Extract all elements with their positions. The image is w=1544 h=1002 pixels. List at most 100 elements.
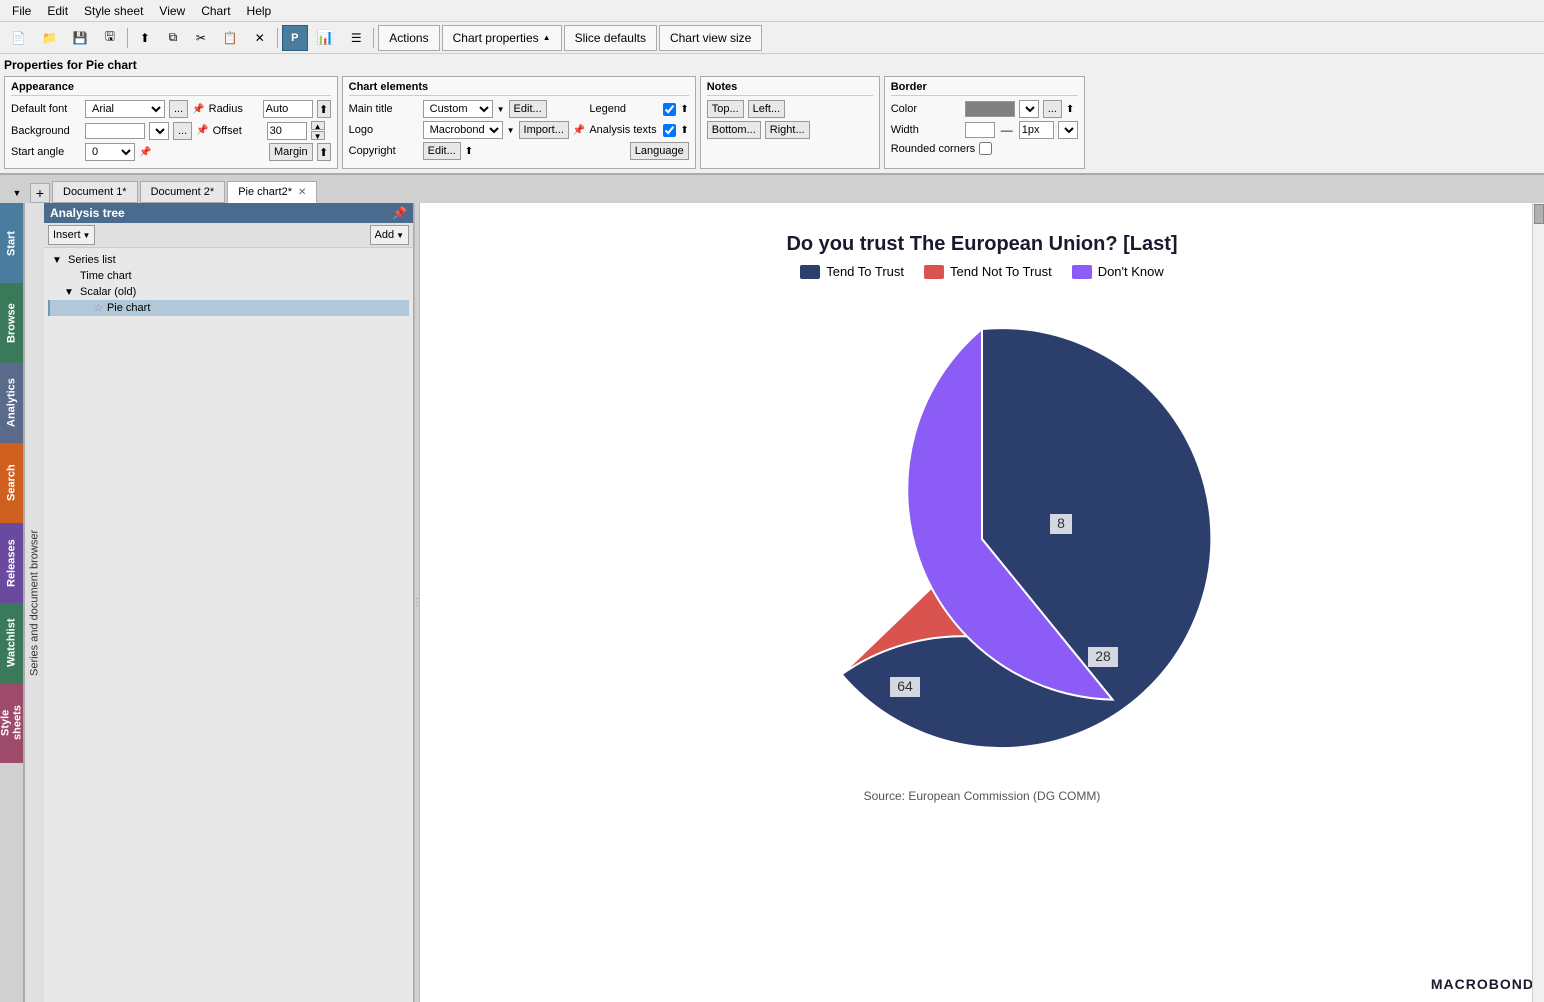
font-row: Default font Arial ... 📌 Radius ⬆ bbox=[11, 100, 331, 118]
vertical-scrollbar[interactable] bbox=[1532, 203, 1544, 1002]
menu-view[interactable]: View bbox=[151, 2, 193, 20]
copyright-edit[interactable]: Edit... bbox=[423, 142, 461, 160]
border-width-input[interactable] bbox=[1019, 121, 1054, 139]
notes-right-btn[interactable]: Right... bbox=[765, 121, 810, 139]
notes-left-btn[interactable]: Left... bbox=[748, 100, 786, 118]
font-pin[interactable]: 📌 bbox=[192, 104, 204, 115]
toolbar-actions-btn[interactable]: Actions bbox=[378, 25, 439, 51]
offset-input[interactable] bbox=[267, 122, 307, 140]
main-title-select[interactable]: Custom bbox=[423, 100, 493, 118]
series-browser-tab[interactable]: Series and document browser bbox=[24, 203, 44, 1002]
menu-chart[interactable]: Chart bbox=[193, 2, 238, 20]
sidebar-tab-search[interactable]: Search bbox=[0, 443, 23, 523]
tab-document1[interactable]: Document 1* bbox=[52, 181, 138, 203]
background-swatch[interactable] bbox=[85, 123, 145, 139]
toolbar-slice-defaults-btn[interactable]: Slice defaults bbox=[564, 25, 657, 51]
notes-top-btn[interactable]: Top... bbox=[707, 100, 744, 118]
startangle-select[interactable]: 0 bbox=[85, 143, 135, 161]
notes-section: Notes Top... Left... Bottom... Right... bbox=[700, 76, 880, 169]
logo-pin[interactable]: 📌 bbox=[573, 125, 585, 136]
notes-bottom-btn[interactable]: Bottom... bbox=[707, 121, 761, 139]
toolbar-chart-properties-btn[interactable]: Chart properties ▲ bbox=[442, 25, 562, 51]
toolbar-share[interactable]: ⬆ bbox=[132, 25, 158, 51]
rounded-corners-row: Rounded corners bbox=[891, 142, 1078, 155]
sidebar-tabs: Start Browse Analytics Search Releases W… bbox=[0, 203, 24, 1002]
sidebar-tab-start[interactable]: Start bbox=[0, 203, 23, 283]
font-browse-btn[interactable]: ... bbox=[169, 100, 188, 118]
series-list-expander[interactable]: ▼ bbox=[52, 255, 64, 266]
border-width-label: Width bbox=[891, 124, 961, 136]
border-expand[interactable]: ⬆ bbox=[1066, 104, 1074, 115]
main-layout: Start Browse Analytics Search Releases W… bbox=[0, 203, 1544, 1002]
tab-add-btn[interactable]: + bbox=[30, 183, 50, 203]
tab-document2[interactable]: Document 2* bbox=[140, 181, 226, 203]
menu-file[interactable]: File bbox=[4, 2, 39, 20]
tree-time-chart[interactable]: Time chart bbox=[48, 268, 409, 284]
font-select[interactable]: Arial bbox=[85, 100, 165, 118]
background-select[interactable] bbox=[149, 122, 169, 140]
offset-up[interactable]: ▲ bbox=[311, 121, 325, 130]
background-browse-btn[interactable]: ... bbox=[173, 122, 192, 140]
legend-expand[interactable]: ⬆ bbox=[680, 104, 688, 115]
toolbar-chart-view-size-btn[interactable]: Chart view size bbox=[659, 25, 762, 51]
menu-edit[interactable]: Edit bbox=[39, 2, 76, 20]
sidebar-tab-analytics[interactable]: Analytics bbox=[0, 363, 23, 443]
analysis-texts-checkbox[interactable] bbox=[663, 124, 676, 137]
value-label-8: 8 bbox=[1057, 515, 1065, 531]
sidebar-tab-browse[interactable]: Browse bbox=[0, 283, 23, 363]
analysis-header-pin[interactable]: 📌 bbox=[392, 206, 407, 220]
add-arrow: ▼ bbox=[396, 231, 404, 240]
border-section: Border Color ... ⬆ Width — Rounded corne… bbox=[884, 76, 1085, 169]
margin-expand[interactable]: ⬆ bbox=[317, 143, 331, 161]
tab-dropdown[interactable]: ▼ bbox=[4, 183, 30, 203]
bg-pin[interactable]: 📌 bbox=[196, 125, 208, 136]
toolbar-chart-type[interactable]: 📊 bbox=[310, 25, 341, 51]
analysis-texts-expand[interactable]: ⬆ bbox=[680, 125, 688, 136]
toolbar-delete[interactable]: ✕ bbox=[247, 25, 273, 51]
main-title-edit[interactable]: Edit... bbox=[509, 100, 547, 118]
copyright-row: Copyright Edit... ⬆ Language bbox=[349, 142, 689, 160]
copyright-expand[interactable]: ⬆ bbox=[465, 146, 473, 157]
toolbar-paste[interactable]: 📋 bbox=[216, 25, 245, 51]
analysis-insert-btn[interactable]: Insert ▼ bbox=[48, 225, 95, 245]
toolbar-open[interactable]: 📁 bbox=[35, 25, 64, 51]
sidebar-tab-stylesheets[interactable]: Style sheets bbox=[0, 683, 23, 763]
border-color-select[interactable] bbox=[1019, 100, 1039, 118]
toolbar-new[interactable]: 📄 bbox=[4, 25, 33, 51]
analysis-add-btn[interactable]: Add ▼ bbox=[370, 225, 410, 245]
legend-label-2: Don't Know bbox=[1098, 264, 1164, 279]
toolbar-save[interactable]: 🖫 bbox=[97, 25, 123, 51]
menu-stylesheet[interactable]: Style sheet bbox=[76, 2, 151, 20]
rounded-corners-checkbox[interactable] bbox=[979, 142, 992, 155]
toolbar-copy[interactable]: ⧉ bbox=[160, 25, 186, 51]
margin-btn[interactable]: Margin bbox=[269, 143, 313, 161]
toolbar-presentation[interactable]: P bbox=[282, 25, 308, 51]
border-width-unit[interactable] bbox=[1058, 121, 1078, 139]
language-btn[interactable]: Language bbox=[630, 142, 689, 160]
scalar-old-expander[interactable]: ▼ bbox=[64, 287, 76, 298]
border-color-row: Color ... ⬆ bbox=[891, 100, 1078, 118]
logo-import[interactable]: Import... bbox=[519, 121, 569, 139]
tree-series-list[interactable]: ▼ Series list bbox=[48, 252, 409, 268]
angle-pin[interactable]: 📌 bbox=[139, 147, 151, 158]
tree-scalar-old[interactable]: ▼ Scalar (old) bbox=[48, 284, 409, 300]
radius-input[interactable] bbox=[263, 100, 313, 118]
border-color-swatch[interactable] bbox=[965, 101, 1015, 117]
tab-piechart2-close[interactable]: ✕ bbox=[298, 187, 306, 198]
toolbar-cut[interactable]: ✂ bbox=[188, 25, 214, 51]
menu-help[interactable]: Help bbox=[239, 2, 280, 20]
toolbar-more[interactable]: ☰ bbox=[343, 25, 369, 51]
background-row: Background ... 📌 Offset ▲ ▼ bbox=[11, 121, 331, 140]
scrollbar-thumb[interactable] bbox=[1534, 204, 1544, 224]
radius-expand-btn[interactable]: ⬆ bbox=[317, 100, 331, 118]
sidebar-tab-releases[interactable]: Releases bbox=[0, 523, 23, 603]
tree-pie-chart[interactable]: ☆ Pie chart bbox=[48, 300, 409, 316]
legend-checkbox[interactable] bbox=[663, 103, 676, 116]
background-label: Background bbox=[11, 125, 81, 137]
logo-select[interactable]: Macrobond bbox=[423, 121, 503, 139]
sidebar-tab-watchlist[interactable]: Watchlist bbox=[0, 603, 23, 683]
offset-down[interactable]: ▼ bbox=[311, 131, 325, 140]
border-color-browse[interactable]: ... bbox=[1043, 100, 1062, 118]
toolbar-save-as[interactable]: 💾 bbox=[66, 25, 95, 51]
tab-piechart2[interactable]: Pie chart2* ✕ bbox=[227, 181, 317, 203]
